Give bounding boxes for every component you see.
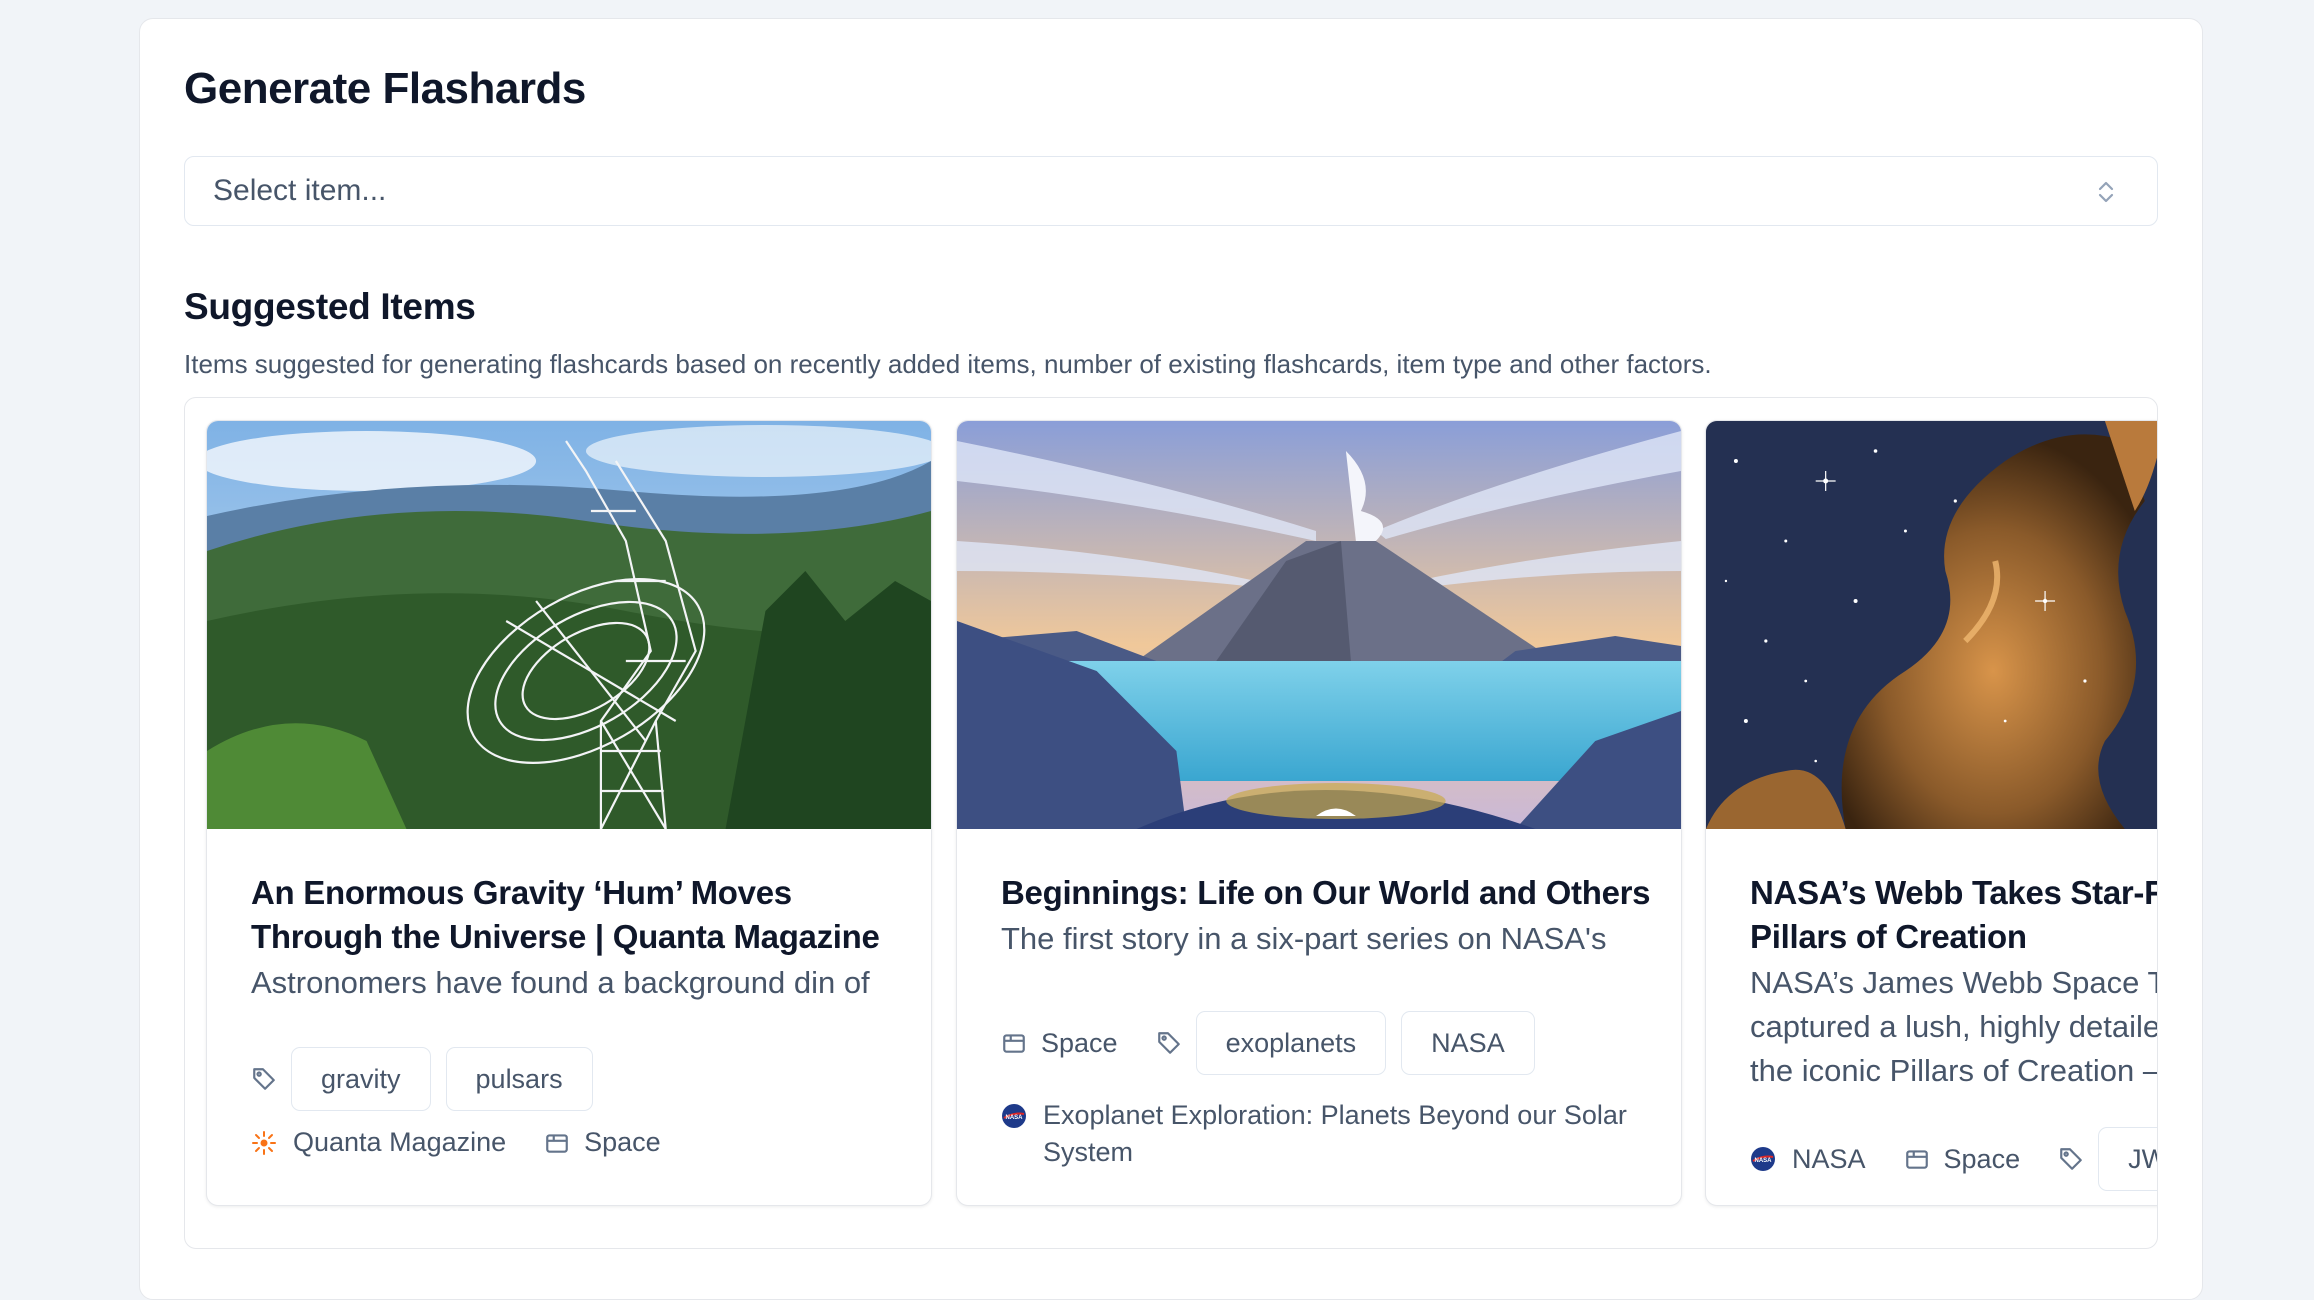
- card-category-label: Space: [584, 1127, 661, 1157]
- tag-chip[interactable]: NASA: [1401, 1011, 1535, 1075]
- folder-icon: [1003, 1034, 1025, 1053]
- card-source[interactable]: NASA NASA: [1750, 1144, 1866, 1175]
- svg-text:NASA: NASA: [1005, 1115, 1023, 1121]
- card-meta-row: Space exoplanets NASA: [1001, 1011, 1550, 1075]
- tag-icon: [2060, 1148, 2082, 1170]
- card-title[interactable]: An Enormous Gravity ‘Hum’ Moves Through …: [251, 871, 901, 959]
- tag-chip[interactable]: pulsars: [445, 1047, 593, 1111]
- card-source-label: Exoplanet Exploration: Planets Beyond ou…: [1043, 1100, 1627, 1167]
- card-meta-row: NASA NASA Space JWST: [1750, 1127, 2157, 1191]
- nasa-logo-icon: NASA: [1002, 1104, 1026, 1128]
- nasa-logo-icon: NASA: [1751, 1147, 1775, 1171]
- suggested-item-card[interactable]: NASA’s Webb Takes Star-Filled Portrait o…: [1705, 420, 2157, 1206]
- suggested-item-card[interactable]: An Enormous Gravity ‘Hum’ Moves Through …: [206, 420, 932, 1206]
- card-description: The first story in a six-part series on …: [1001, 921, 1607, 956]
- item-select-placeholder: Select item...: [213, 174, 387, 207]
- card-source-label: Quanta Magazine: [293, 1127, 507, 1157]
- card-source[interactable]: Quanta Magazine: [251, 1127, 506, 1158]
- svg-text:NASA: NASA: [1754, 1158, 1772, 1164]
- chevron-up-down-icon: [2098, 181, 2114, 203]
- tag-icon: [253, 1068, 275, 1090]
- card-category[interactable]: Space: [1904, 1143, 2021, 1175]
- card-title[interactable]: NASA’s Webb Takes Star-Filled Portrait o…: [1750, 871, 2157, 959]
- suggested-items-carousel[interactable]: An Enormous Gravity ‘Hum’ Moves Through …: [184, 397, 2158, 1249]
- card-meta-row: Quanta Magazine Space: [251, 1127, 699, 1158]
- tag-chip[interactable]: gravity: [291, 1047, 431, 1111]
- card-image-pillars-of-creation: [1706, 421, 2157, 829]
- folder-icon: [546, 1133, 568, 1153]
- suggested-items-description: Items suggested for generating flashcard…: [184, 349, 1712, 379]
- card-category[interactable]: Space: [1001, 1028, 1118, 1059]
- card-category[interactable]: Space: [544, 1127, 661, 1158]
- card-source[interactable]: NASA Exoplanet Exploration: Planets Beyo…: [1001, 1097, 1641, 1171]
- card-description: NASA’s James Webb Space Telescope has ca…: [1750, 965, 2157, 1088]
- tag-icon: [1157, 1032, 1180, 1054]
- generate-flashcards-panel: Generate Flashards Select item... Sugges…: [139, 18, 2203, 1300]
- card-tags-row: gravity pulsars: [251, 1047, 608, 1111]
- card-description: Astronomers have found a background din …: [251, 965, 870, 1000]
- card-title[interactable]: Beginnings: Life on Our World and Others: [1001, 871, 1651, 915]
- suggested-items-title: Suggested Items: [184, 286, 476, 327]
- card-image-radio-telescope: [207, 421, 931, 829]
- suggested-item-card[interactable]: Beginnings: Life on Our World and Others…: [956, 420, 1682, 1206]
- quanta-magazine-favicon-icon: [252, 1130, 276, 1155]
- folder-icon: [1905, 1150, 1928, 1169]
- card-category-label: Space: [1041, 1027, 1118, 1058]
- tag-chip[interactable]: JWST: [2098, 1127, 2157, 1191]
- card-category-label: Space: [1943, 1143, 2021, 1174]
- card-image-volcano-illustration: [957, 421, 1681, 829]
- item-select[interactable]: Select item...: [184, 156, 2158, 226]
- card-source-label: NASA: [1792, 1143, 1866, 1174]
- page-title: Generate Flashards: [184, 64, 586, 113]
- tag-chip[interactable]: exoplanets: [1195, 1011, 1387, 1075]
